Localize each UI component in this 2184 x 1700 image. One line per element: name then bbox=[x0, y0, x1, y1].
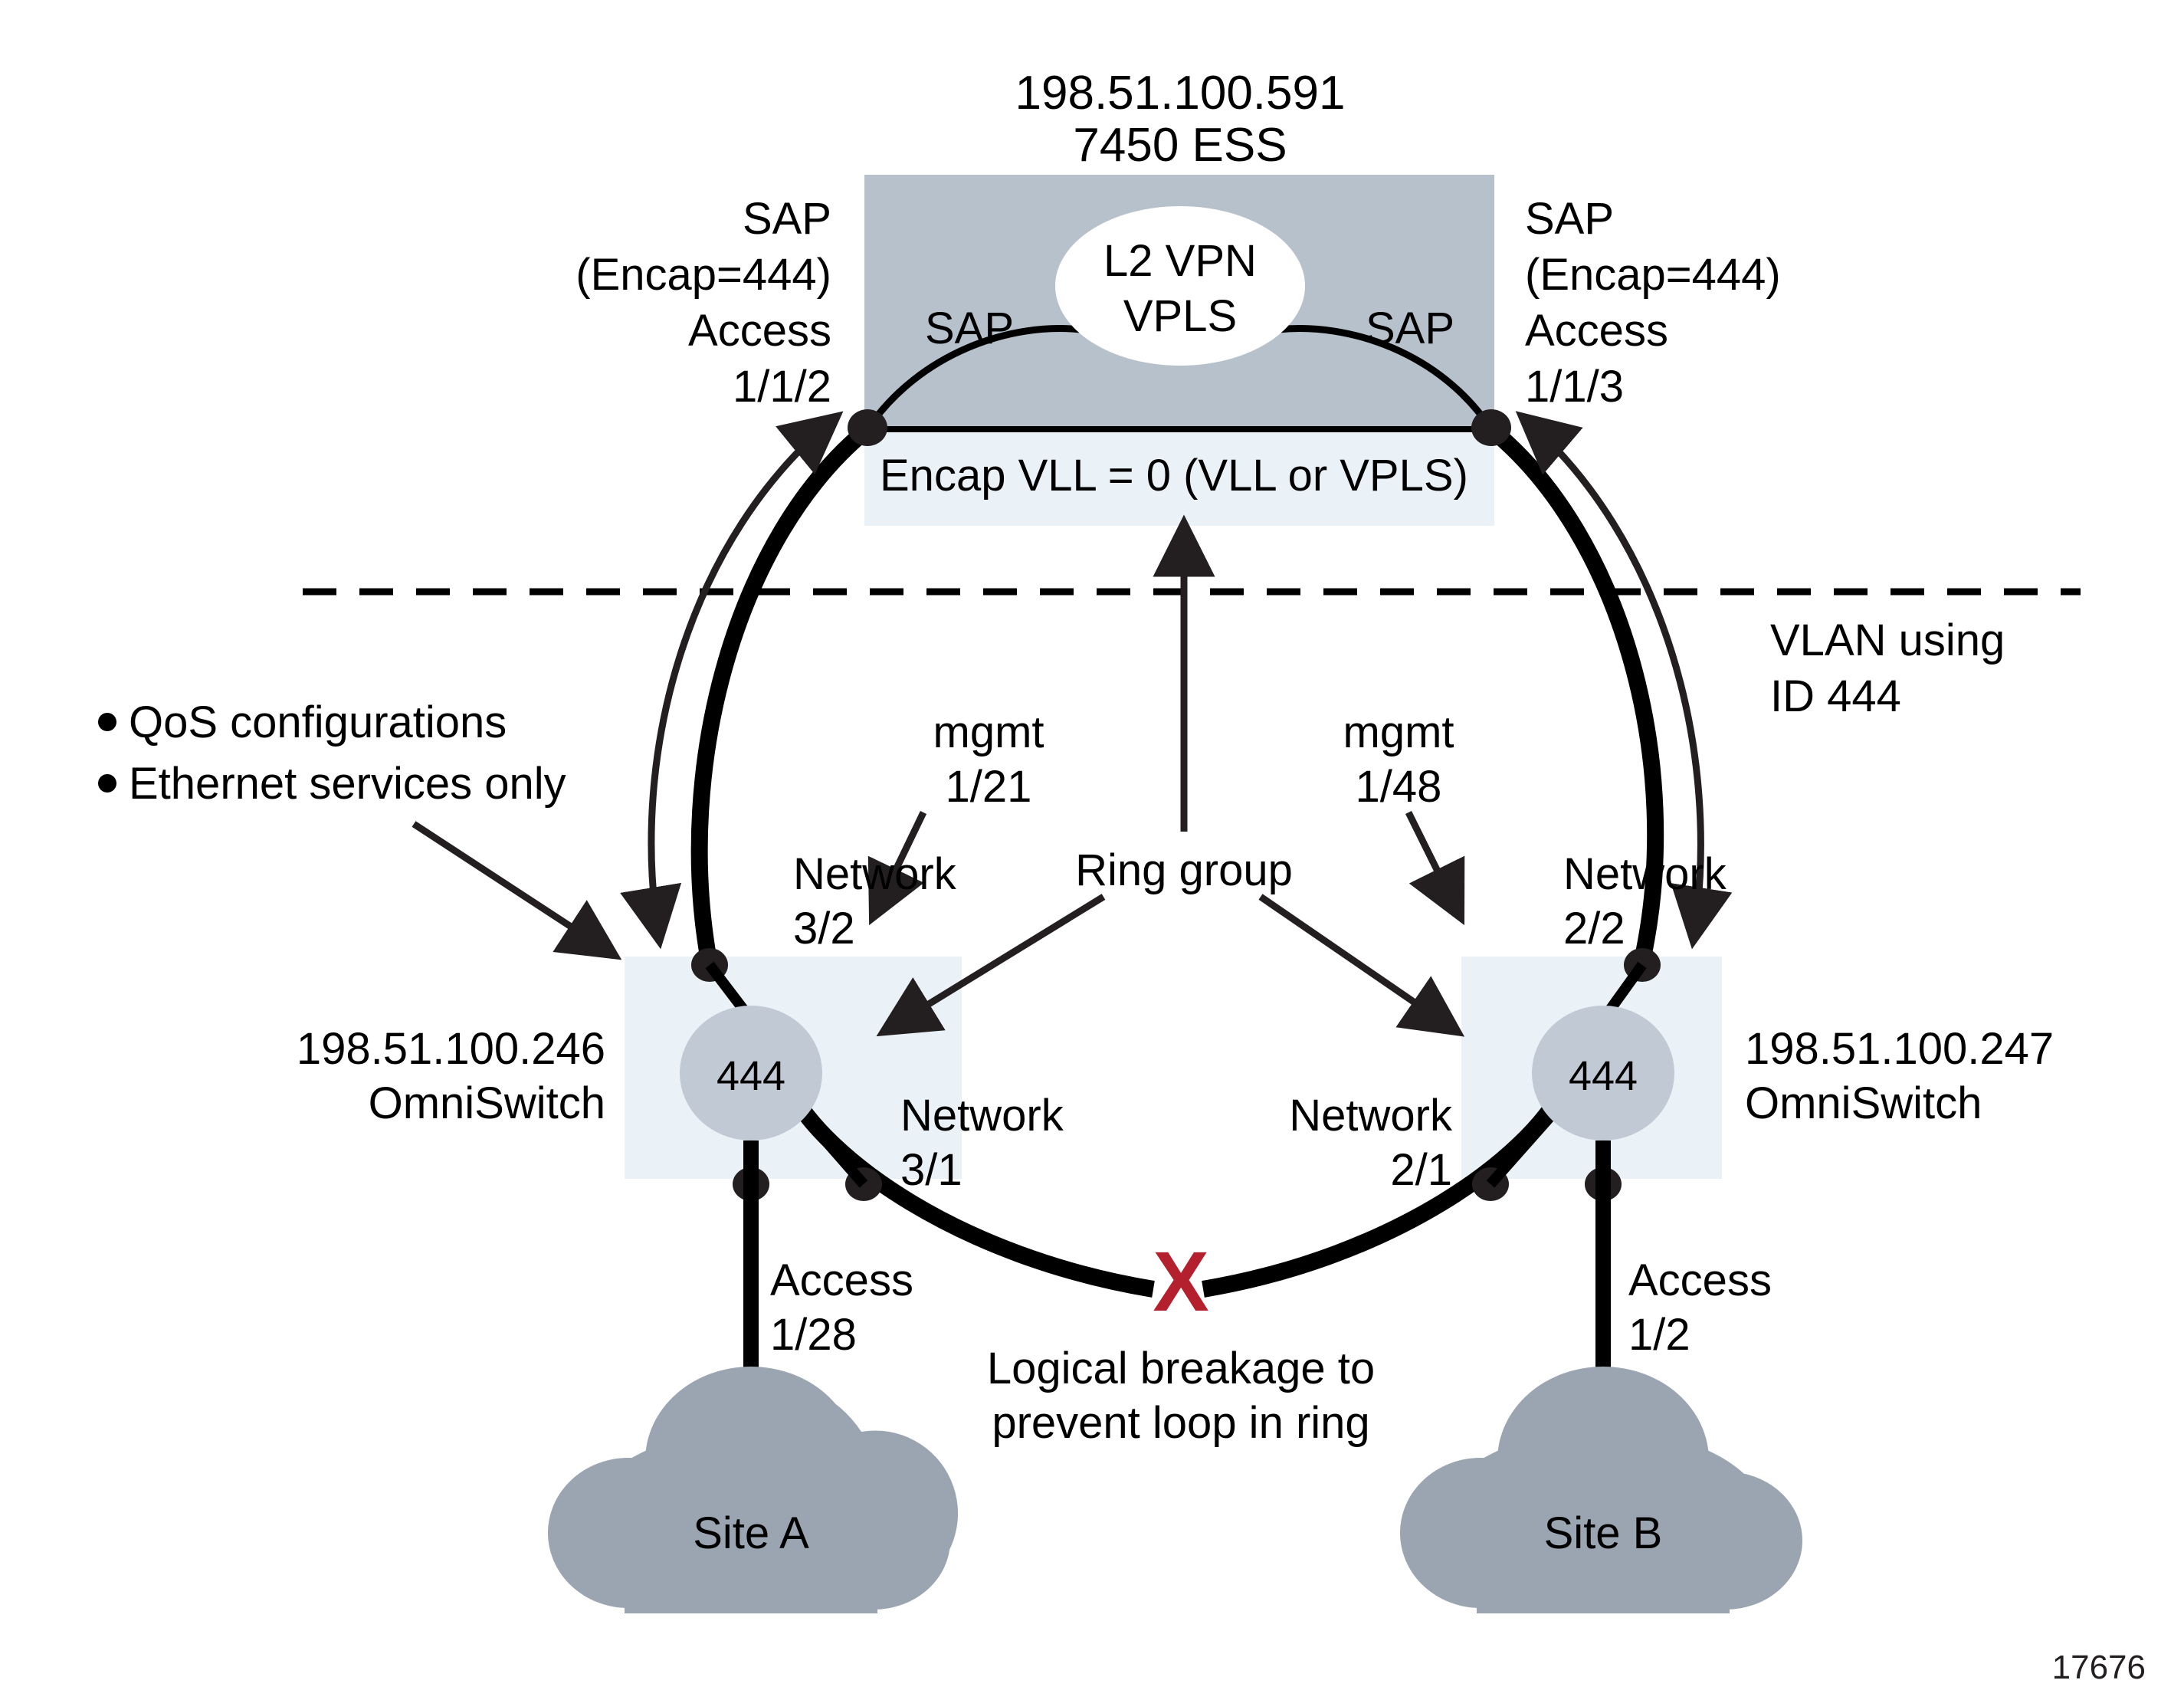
switch-right-vlan-id: 444 bbox=[1569, 1053, 1638, 1099]
switch-left-ip: 198.51.100.246 bbox=[297, 1024, 605, 1074]
switch-right-network-lower-line2: 2/1 bbox=[1390, 1145, 1452, 1195]
breakage-caption-line1: Logical breakage to bbox=[987, 1344, 1375, 1393]
switch-left-network-lower-line1: Network bbox=[900, 1091, 1064, 1140]
encap-strip-label: Encap VLL = 0 (VLL or VPLS) bbox=[880, 451, 1468, 500]
mgmt-right-callout-arrow bbox=[1405, 810, 1465, 926]
diagram-canvas: 198.51.100.591 7450 ESS L2 VPN VPLS SAP … bbox=[98, 67, 2146, 1686]
sap-inner-left-label: SAP bbox=[925, 304, 1014, 353]
network-diagram: 198.51.100.591 7450 ESS L2 VPN VPLS SAP … bbox=[0, 0, 2184, 1700]
ring-group-label: Ring group bbox=[1075, 845, 1293, 895]
switch-left-access-line2: 1/28 bbox=[770, 1310, 857, 1360]
bullet-marker-2 bbox=[98, 774, 116, 793]
mgmt-right-line1: mgmt bbox=[1343, 707, 1454, 757]
l2vpn-label-line2: VPLS bbox=[1123, 291, 1237, 341]
site-a-label: Site A bbox=[693, 1508, 809, 1558]
switch-left-access-line1: Access bbox=[770, 1255, 913, 1305]
sap-left-line4: 1/1/2 bbox=[733, 362, 831, 412]
bullet-item-2: Ethernet services only bbox=[129, 759, 566, 809]
sap-left-line1: SAP bbox=[743, 194, 831, 244]
site-b-label: Site B bbox=[1544, 1508, 1663, 1558]
cloud-site-a bbox=[548, 1367, 959, 1613]
ess-ip: 198.51.100.591 bbox=[1015, 67, 1346, 120]
sap-right-line3: Access bbox=[1525, 306, 1668, 356]
ess-port-dot-right bbox=[1471, 409, 1511, 446]
switch-left-network-upper-line2: 3/2 bbox=[793, 904, 855, 953]
switch-right-network-lower-line1: Network bbox=[1289, 1091, 1453, 1140]
mgmt-left-line1: mgmt bbox=[933, 707, 1044, 757]
switch-left-network-upper-line1: Network bbox=[793, 849, 957, 899]
switch-right-access-line1: Access bbox=[1628, 1255, 1772, 1305]
sap-right-line2: (Encap=444) bbox=[1525, 250, 1781, 300]
breakage-caption-line2: prevent loop in ring bbox=[992, 1398, 1369, 1448]
sap-left-line2: (Encap=444) bbox=[576, 250, 831, 300]
cloud-site-b bbox=[1400, 1367, 1802, 1613]
sap-left-line3: Access bbox=[688, 306, 831, 356]
switch-left-network-lower-line2: 3/1 bbox=[900, 1145, 962, 1195]
switch-right-network-upper-line1: Network bbox=[1563, 849, 1727, 899]
bullet-item-1: QoS configurations bbox=[129, 697, 507, 747]
switch-right-ip: 198.51.100.247 bbox=[1745, 1024, 2054, 1074]
l2vpn-label-line1: L2 VPN bbox=[1103, 236, 1257, 286]
sap-right-line4: 1/1/3 bbox=[1525, 362, 1624, 412]
switch-right-access-line2: 1/2 bbox=[1628, 1310, 1690, 1360]
vlan-note-line2: ID 444 bbox=[1770, 671, 1901, 721]
sap-inner-right-label: SAP bbox=[1366, 304, 1454, 353]
switch-left-model: OmniSwitch bbox=[369, 1078, 605, 1128]
l2vpn-ellipse bbox=[1055, 206, 1305, 366]
switch-right-model: OmniSwitch bbox=[1745, 1078, 1982, 1128]
ess-model: 7450 ESS bbox=[1073, 119, 1287, 172]
ring-group-arrow-right bbox=[1258, 894, 1465, 1037]
figure-id: 17676 bbox=[2052, 1649, 2146, 1686]
breakage-x-icon: X bbox=[1153, 1235, 1208, 1329]
ess-port-dot-left bbox=[848, 409, 887, 446]
switch-right-network-upper-line2: 2/2 bbox=[1563, 904, 1625, 953]
vlan-note-line1: VLAN using bbox=[1770, 615, 2005, 665]
switch-left-vlan-id: 444 bbox=[717, 1053, 785, 1099]
bullets-callout-arrow bbox=[412, 821, 622, 960]
mgmt-left-line2: 1/21 bbox=[946, 762, 1032, 812]
bullet-marker-1 bbox=[98, 713, 116, 731]
mgmt-right-line2: 1/48 bbox=[1356, 762, 1442, 812]
sap-right-line1: SAP bbox=[1525, 194, 1614, 244]
